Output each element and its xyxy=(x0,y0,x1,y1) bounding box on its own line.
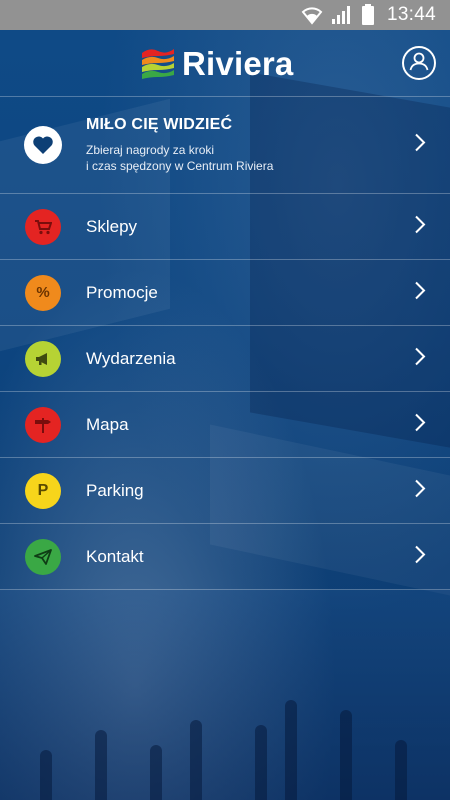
menu-item-promocje[interactable]: % Promocje xyxy=(0,260,450,326)
menu-item-label: Parking xyxy=(86,480,144,500)
menu-item-label: Wydarzenia xyxy=(86,348,176,368)
signal-icon xyxy=(331,5,353,25)
megaphone-icon xyxy=(25,340,61,377)
chevron-right-icon xyxy=(414,214,426,239)
chevron-right-icon xyxy=(414,544,426,569)
menu-item-label: Kontakt xyxy=(86,546,144,566)
menu-item-kontakt[interactable]: Kontakt xyxy=(0,524,450,590)
user-icon xyxy=(408,50,430,77)
welcome-rewards-item[interactable]: MIŁO CIĘ WIDZIEĆ Zbieraj nagrody za krok… xyxy=(0,97,450,194)
cart-icon xyxy=(25,208,61,245)
menu-item-label: Sklepy xyxy=(86,216,138,236)
wifi-icon xyxy=(301,5,323,25)
menu-item-label: Mapa xyxy=(86,414,129,434)
battery-icon xyxy=(361,4,375,26)
menu-item-mapa[interactable]: Mapa xyxy=(0,392,450,458)
profile-button[interactable] xyxy=(402,46,436,80)
heart-icon xyxy=(24,126,62,164)
chevron-right-icon xyxy=(414,133,426,158)
chevron-right-icon xyxy=(414,478,426,503)
menu-item-sklepy[interactable]: Sklepy xyxy=(0,194,450,260)
main-menu: MIŁO CIĘ WIDZIEĆ Zbieraj nagrody za krok… xyxy=(0,97,450,590)
menu-item-parking[interactable]: P Parking xyxy=(0,458,450,524)
menu-item-wydarzenia[interactable]: Wydarzenia xyxy=(0,326,450,392)
welcome-subtitle: Zbieraj nagrody za kroki i czas spędzony… xyxy=(86,143,274,173)
riviera-logo-icon xyxy=(140,43,176,84)
app-header: Riviera xyxy=(0,30,450,97)
riviera-logo[interactable]: Riviera xyxy=(140,44,293,82)
welcome-title: MIŁO CIĘ WIDZIEĆ xyxy=(86,116,233,133)
parking-icon: P xyxy=(25,472,61,509)
chevron-right-icon xyxy=(414,280,426,305)
percent-icon: % xyxy=(25,274,61,311)
logo-text: Riviera xyxy=(182,44,294,82)
status-bar: 13:44 xyxy=(0,0,450,30)
chevron-right-icon xyxy=(414,412,426,437)
paper-plane-icon xyxy=(25,538,61,575)
status-time: 13:44 xyxy=(386,4,436,25)
chevron-right-icon xyxy=(414,346,426,371)
menu-item-label: Promocje xyxy=(86,282,158,302)
signpost-icon xyxy=(25,406,61,443)
